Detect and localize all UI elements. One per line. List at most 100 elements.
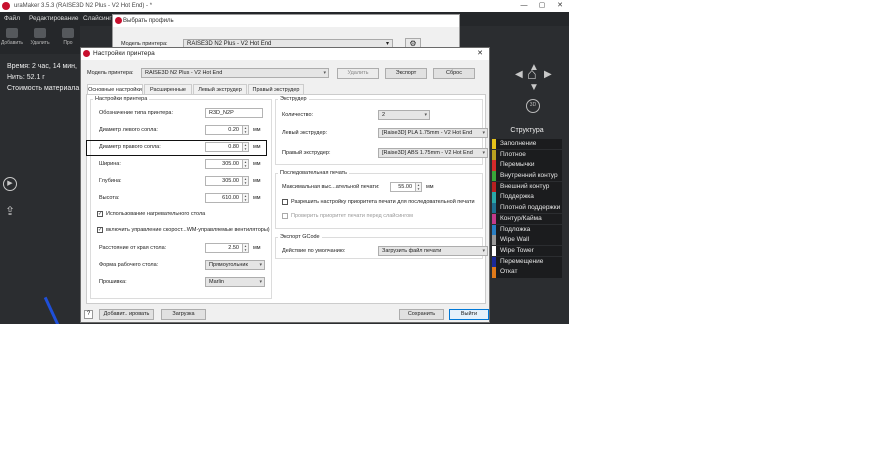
width-stepper[interactable]: ▲ ▼ xyxy=(243,159,249,169)
legend-label: Плотной поддержки xyxy=(500,204,561,212)
legend-item[interactable]: Плотной поддержки xyxy=(492,203,562,214)
legend-item[interactable]: Wipe Wall xyxy=(492,235,562,246)
legend-swatch xyxy=(492,235,496,246)
legend-item[interactable]: Перемещение xyxy=(492,256,562,267)
delete-model-button[interactable]: Удалить xyxy=(28,28,52,46)
minimize-button[interactable]: — xyxy=(515,0,533,12)
nav-right-icon[interactable]: ▶ xyxy=(544,69,552,80)
add-icon xyxy=(6,28,18,38)
allow-priority-checkbox[interactable] xyxy=(282,199,288,205)
add-button[interactable]: Добавит.. ировать xyxy=(99,309,154,320)
printer-type-input[interactable]: R3D_N2P xyxy=(205,108,263,118)
tab-left-extruder[interactable]: Левый экструдер xyxy=(193,84,247,94)
legend-swatch xyxy=(492,256,496,267)
maximize-button[interactable]: ▢ xyxy=(533,0,551,12)
save-button[interactable]: Сохранить xyxy=(399,309,444,320)
app-logo-icon xyxy=(2,2,10,10)
nav-left-icon[interactable]: ◀ xyxy=(515,69,523,80)
default-action-label: Действие по умолчанию: xyxy=(282,248,346,254)
right-extruder-value: [Raise3D] ABS 1.75mm - V2 Hot End xyxy=(382,150,473,156)
dialog-logo-icon xyxy=(83,50,90,57)
reset-button[interactable]: Сброс xyxy=(433,68,475,79)
export-button[interactable]: Экспорт xyxy=(385,68,427,79)
dialog-title: Настройки принтера xyxy=(93,50,155,57)
legend-item[interactable]: Заполнение xyxy=(492,139,562,150)
legend-item[interactable]: Внешний контур xyxy=(492,181,562,193)
gcode-export-group: Экспорт GCode Действие по умолчанию: Заг… xyxy=(275,234,488,259)
left-extruder-select[interactable]: [Raise3D] PLA 1.75mm - V2 Hot End ▾ xyxy=(378,128,488,138)
legend-item[interactable]: Откат xyxy=(492,267,562,278)
dialog-titlebar: Настройки принтера ✕ xyxy=(81,48,489,60)
legend-item[interactable]: Внутренний контур xyxy=(492,171,562,182)
legend-item[interactable]: Wipe Tower xyxy=(492,245,562,257)
left-nozzle-stepper[interactable]: ▲ ▼ xyxy=(243,125,249,135)
upload-icon[interactable]: ⇪ xyxy=(3,204,17,218)
legend-swatch xyxy=(492,160,496,171)
max-height-stepper[interactable]: ▲ ▼ xyxy=(416,182,422,192)
heated-bed-checkbox[interactable]: ✓ xyxy=(97,211,103,217)
depth-stepper[interactable]: ▲ ▼ xyxy=(243,176,249,186)
preview-label: Про xyxy=(63,40,73,46)
left-extruder-value: [Raise3D] PLA 1.75mm - V2 Hot End xyxy=(382,130,473,136)
legend-item[interactable]: Контур/Кайма xyxy=(492,213,562,225)
left-nozzle-input[interactable]: 0.20 xyxy=(205,125,243,135)
printer-type-label: Обозначение типа принтера: xyxy=(99,110,174,116)
printer-model-select[interactable]: RAISE3D N2 Plus - V2 Hot End ▾ xyxy=(141,68,329,78)
bed-distance-input[interactable]: 2.50 xyxy=(205,243,243,253)
printer-settings-dialog: Настройки принтера ✕ Модель принтера: RA… xyxy=(80,47,490,323)
max-height-input[interactable]: 55.00 xyxy=(390,182,416,192)
default-action-select[interactable]: Загрузить файл печати ▾ xyxy=(378,246,488,256)
help-button[interactable]: ? xyxy=(84,310,93,319)
legend-label: Внутренний контур xyxy=(500,172,558,180)
legend-item[interactable]: Перемычки xyxy=(492,160,562,171)
legend-swatch xyxy=(492,224,496,235)
bed-shape-label: Форма рабочего стола: xyxy=(99,262,159,268)
height-input[interactable]: 610.00 xyxy=(205,193,243,203)
close-button[interactable]: ✕ xyxy=(551,0,569,12)
bed-shape-value: Прямоугольник xyxy=(209,262,248,268)
height-stepper[interactable]: ▲ ▼ xyxy=(243,193,249,203)
chevron-down-icon: ▾ xyxy=(259,262,262,268)
bed-shape-select[interactable]: Прямоугольник ▾ xyxy=(205,260,265,270)
legend-label: Поддержка xyxy=(500,193,534,201)
legend-item[interactable]: Подложка xyxy=(492,224,562,235)
menu-slicing[interactable]: Слайсинг xyxy=(83,12,112,26)
print-time: Время: 2 час, 14 мин, xyxy=(7,63,77,70)
firmware-select[interactable]: Marlin ▾ xyxy=(205,277,265,287)
sequential-print-group-title: Последовательная печать xyxy=(278,170,350,176)
max-height-unit: мм xyxy=(426,184,434,190)
legend-item[interactable]: Плотное заполнение xyxy=(492,149,562,168)
sequential-print-group: Последовательная печать Максимальная выс… xyxy=(275,170,483,229)
exit-button[interactable]: Выйти xyxy=(449,309,489,320)
legend-item[interactable]: Поддержка xyxy=(492,192,562,203)
extruder-group-title: Экструдер xyxy=(278,96,309,102)
tab-advanced[interactable]: Расширенные xyxy=(144,84,192,94)
depth-input[interactable]: 305.00 xyxy=(205,176,243,186)
legend-swatch xyxy=(492,267,496,278)
view-3d-icon[interactable]: 3D xyxy=(526,99,540,113)
extruder-count-select[interactable]: 2 ▾ xyxy=(378,110,430,120)
width-input[interactable]: 305.00 xyxy=(205,159,243,169)
add-model-label: Добавить xyxy=(0,40,24,46)
bed-distance-stepper[interactable]: ▲ ▼ xyxy=(243,243,249,253)
preview-button[interactable]: Про xyxy=(56,28,80,46)
legend-label: Подложка xyxy=(500,225,531,233)
play-icon[interactable]: ▶ xyxy=(3,177,17,191)
extruder-count-value: 2 xyxy=(382,112,386,118)
right-extruder-select[interactable]: [Raise3D] ABS 1.75mm - V2 Hot End ▾ xyxy=(378,148,488,158)
left-nozzle-unit: мм xyxy=(253,127,261,133)
menu-edit[interactable]: Редактирование xyxy=(29,12,79,26)
load-button[interactable]: Загрузка xyxy=(161,309,206,320)
app-titlebar: uraMaker 3.5.3 (RAISE3D N2 Plus - V2 Hot… xyxy=(0,0,569,12)
nav-down-icon[interactable]: ▼ xyxy=(529,82,539,93)
menu-file[interactable]: Файл xyxy=(4,12,20,26)
dialog-close-button[interactable]: ✕ xyxy=(477,48,483,60)
printer-settings-group-title: Настройки принтера xyxy=(93,96,150,102)
check-priority-checkbox[interactable] xyxy=(282,213,288,219)
add-model-button[interactable]: Добавить xyxy=(0,28,24,46)
tab-right-extruder[interactable]: Правый экструдер xyxy=(248,84,304,94)
legend-label: Перемещение xyxy=(500,257,544,265)
fan-control-checkbox[interactable]: ✓ xyxy=(97,227,103,233)
tab-panel-basic: Настройки принтера Обозначение типа прин… xyxy=(86,94,488,304)
delete-profile-button[interactable]: Удалить xyxy=(337,68,379,79)
